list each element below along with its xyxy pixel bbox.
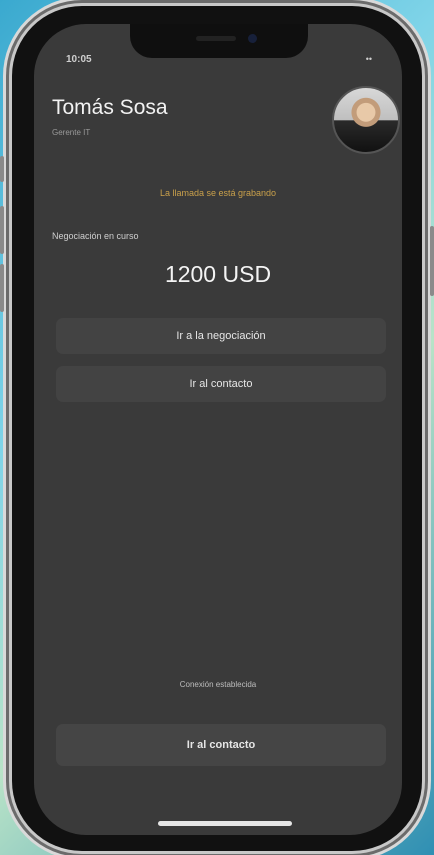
recording-notice: La llamada se está grabando bbox=[159, 188, 277, 198]
avatar[interactable] bbox=[332, 86, 400, 154]
power-button bbox=[430, 226, 434, 296]
phone-frame: 10:05 •• Tomás Sosa Gerente IT La llamad… bbox=[0, 6, 434, 851]
contact-name: Tomás Sosa bbox=[52, 96, 168, 119]
notch bbox=[130, 24, 308, 58]
go-to-negotiation-button[interactable]: Ir a la negociación bbox=[56, 318, 386, 354]
connection-status: Conexión establecida bbox=[179, 680, 257, 689]
go-to-contact-button[interactable]: Ir al contacto bbox=[56, 366, 386, 402]
volume-down-button bbox=[0, 264, 4, 312]
home-indicator[interactable] bbox=[158, 821, 292, 826]
negotiation-amount: 1200 USD bbox=[164, 261, 272, 287]
contact-role: Gerente IT bbox=[52, 128, 91, 137]
mute-switch bbox=[0, 156, 4, 182]
phone-screen: 10:05 •• Tomás Sosa Gerente IT La llamad… bbox=[34, 24, 402, 835]
camera bbox=[248, 34, 257, 43]
speaker bbox=[196, 36, 236, 41]
status-time: 10:05 bbox=[66, 54, 92, 65]
negotiation-label: Negociación en curso bbox=[52, 231, 139, 241]
signal-icon: •• bbox=[365, 54, 372, 64]
go-to-contact-bottom-button[interactable]: Ir al contacto bbox=[56, 724, 386, 766]
volume-up-button bbox=[0, 206, 4, 254]
